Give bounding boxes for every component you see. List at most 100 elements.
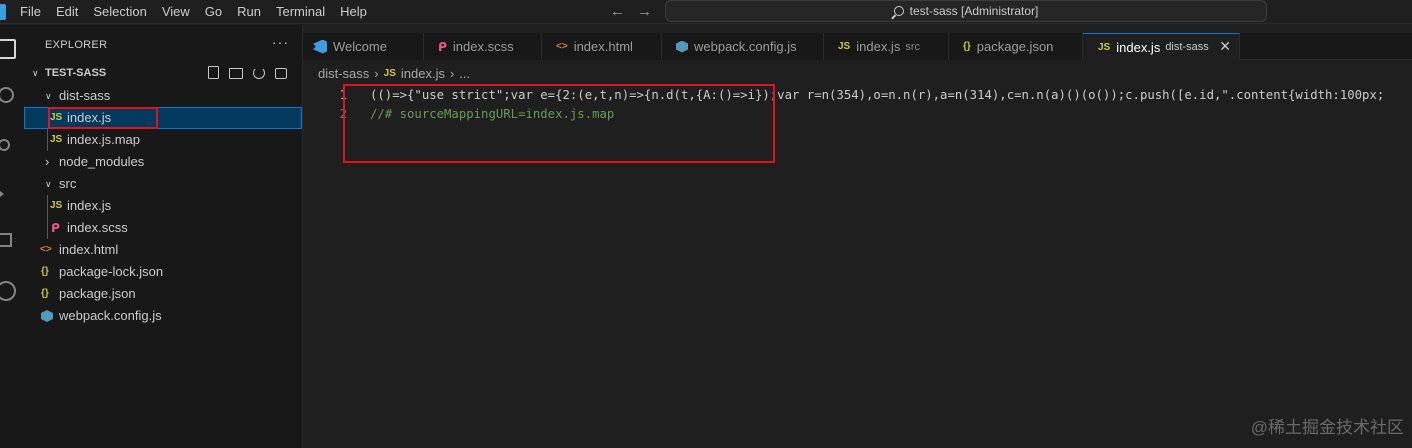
menu-edit[interactable]: Edit <box>56 4 78 19</box>
tree-file-index-js-src[interactable]: JS index.js <box>24 195 302 217</box>
search-icon <box>893 6 904 16</box>
tree-item-label: index.scss <box>67 220 128 235</box>
webpack-file-icon <box>41 310 53 322</box>
vscode-icon <box>313 39 327 54</box>
tab-package-json[interactable]: {} package.json <box>949 33 1083 60</box>
explorer-icon[interactable] <box>0 39 16 59</box>
breadcrumb-file[interactable]: index.js <box>401 66 445 81</box>
menu-file[interactable]: File <box>20 4 41 19</box>
chevron-down-icon: ∨ <box>45 179 52 189</box>
tab-index-scss[interactable]: ᑭ index.scss <box>424 33 542 60</box>
tab-label: package.json <box>976 39 1054 54</box>
tree-item-label: index.html <box>59 242 119 257</box>
tab-label: index.js <box>856 39 901 54</box>
highlight-box-file <box>48 107 158 129</box>
tree-item-label: webpack.config.js <box>59 308 162 323</box>
breadcrumb-separator: › <box>449 66 455 81</box>
js-file-icon: JS <box>50 134 63 145</box>
back-arrow-icon[interactable]: ← <box>610 3 625 20</box>
tree-folder-node-modules[interactable]: › node_modules <box>24 151 302 173</box>
workspace-section-header[interactable]: ∨ TEST-SASS <box>24 63 302 85</box>
more-actions-icon[interactable]: ··· <box>272 34 289 50</box>
tab-label: index.js <box>1116 39 1161 55</box>
activity-bar <box>0 25 24 448</box>
command-center-search[interactable]: test-sass [Administrator] <box>665 0 1267 22</box>
tab-description: src <box>905 40 920 53</box>
webpack-icon <box>676 40 688 53</box>
tree-file-webpack-config[interactable]: webpack.config.js <box>24 305 302 327</box>
tree-folder-src[interactable]: ∨ src <box>24 173 302 195</box>
html-icon: <> <box>556 41 568 52</box>
title-bar: File Edit Selection View Go Run Terminal… <box>0 0 1412 24</box>
breadcrumb-folder[interactable]: dist-sass <box>318 66 369 81</box>
tree-item-label: src <box>59 176 77 191</box>
new-file-icon[interactable] <box>208 66 219 79</box>
tree-item-label: node_modules <box>59 154 145 169</box>
explorer-title: EXPLORER <box>45 39 108 51</box>
new-folder-icon[interactable] <box>229 68 243 79</box>
menu-view[interactable]: View <box>162 4 190 19</box>
sass-icon: ᑭ <box>438 39 447 54</box>
tree-item-label: dist-sass <box>59 88 111 103</box>
editor-tabs: Welcome ᑭ index.scss <> index.html webpa… <box>303 33 1412 60</box>
run-debug-icon[interactable] <box>0 185 16 205</box>
tab-index-html[interactable]: <> index.html <box>542 33 662 60</box>
tree-file-index-js-map[interactable]: JS index.js.map <box>24 129 302 151</box>
tab-label: index.html <box>573 39 633 54</box>
workspace-title: TEST-SASS <box>45 67 107 79</box>
breadcrumb-more[interactable]: ... <box>459 66 470 81</box>
breadcrumb-separator: › <box>374 66 379 81</box>
menu-bar: File Edit Selection View Go Run Terminal… <box>20 4 382 19</box>
json-file-icon: {} <box>41 266 49 277</box>
js-icon: JS <box>838 41 851 52</box>
tab-webpack-config[interactable]: webpack.config.js <box>662 33 824 60</box>
search-text: test-sass [Administrator] <box>909 4 1039 18</box>
menu-run[interactable]: Run <box>237 4 261 19</box>
json-icon: {} <box>963 41 971 52</box>
tree-file-package-json[interactable]: {} package.json <box>24 283 302 305</box>
tab-index-js-src[interactable]: JS index.js src <box>824 33 949 60</box>
tree-file-index-html[interactable]: <> index.html <box>24 239 302 261</box>
forward-arrow-icon[interactable]: → <box>637 3 652 20</box>
chevron-down-icon: ∨ <box>45 91 52 101</box>
menu-terminal[interactable]: Terminal <box>276 4 325 19</box>
line-number: 2 <box>339 107 347 121</box>
tree-file-index-scss[interactable]: ᑭ index.scss <box>24 217 302 239</box>
chevron-right-icon: › <box>45 154 50 169</box>
tree-folder-dist-sass[interactable]: ∨ dist-sass <box>24 85 302 107</box>
js-icon: JS <box>1098 41 1111 53</box>
chevron-down-icon: ∨ <box>32 68 39 78</box>
tree-item-label: package.json <box>59 286 136 301</box>
tree-item-label: index.js <box>67 198 112 213</box>
remote-explorer-icon[interactable] <box>0 281 16 301</box>
watermark: @稀土掘金技术社区 <box>1250 418 1404 437</box>
explorer-sidebar: EXPLORER ··· ∨ TEST-SASS ∨ dist-sass JS … <box>24 25 303 448</box>
line-number: 1 <box>339 88 347 102</box>
tree-item-label: package-lock.json <box>59 264 164 279</box>
tab-index-js-dist-active[interactable]: JS index.js dist-sass ✕ <box>1083 33 1240 60</box>
tab-label: webpack.config.js <box>694 39 797 54</box>
tab-label: Welcome <box>333 39 387 54</box>
menu-go[interactable]: Go <box>205 4 222 19</box>
menu-help[interactable]: Help <box>340 4 367 19</box>
search-view-icon[interactable] <box>0 87 14 103</box>
json-file-icon: {} <box>41 288 49 299</box>
js-file-icon: JS <box>50 200 63 211</box>
collapse-all-icon[interactable] <box>275 68 287 79</box>
highlight-box-code <box>343 84 775 163</box>
refresh-icon[interactable] <box>253 67 265 79</box>
tree-file-package-lock-json[interactable]: {} package-lock.json <box>24 261 302 283</box>
html-file-icon: <> <box>40 244 52 255</box>
menu-selection[interactable]: Selection <box>93 4 146 19</box>
extensions-icon[interactable] <box>0 233 12 247</box>
tab-label: index.scss <box>452 39 514 54</box>
tab-description: dist-sass <box>1165 41 1209 53</box>
source-control-icon[interactable] <box>0 133 16 153</box>
close-icon[interactable]: ✕ <box>1219 38 1231 55</box>
vscode-logo-icon <box>0 4 6 20</box>
breadcrumb: dist-sass › JS index.js › ... <box>318 66 470 81</box>
tab-welcome[interactable]: Welcome <box>303 33 424 60</box>
tree-item-label: index.js.map <box>67 132 140 147</box>
nav-arrows: ← → <box>610 3 652 20</box>
js-icon: JS <box>383 68 396 79</box>
